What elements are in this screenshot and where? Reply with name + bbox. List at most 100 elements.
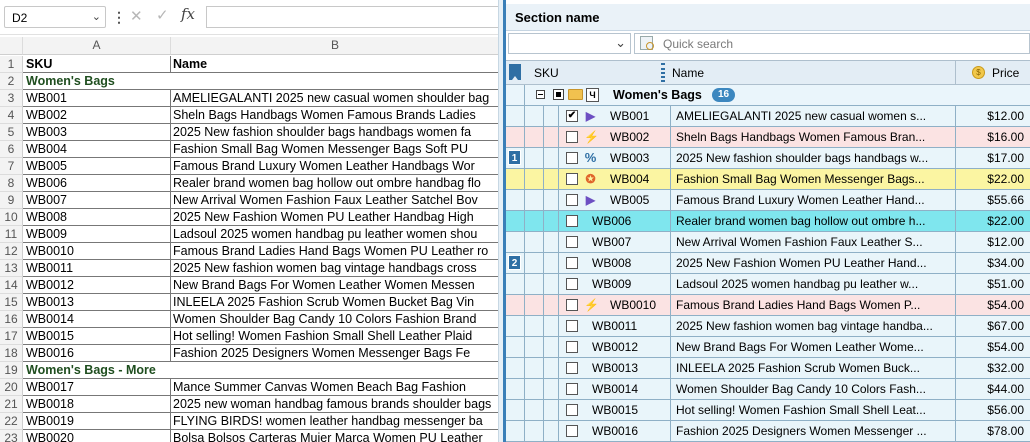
cell-name[interactable]: INLEELA 2025 Fashion Scrub Women Bucket … bbox=[171, 294, 500, 311]
row-checkbox[interactable] bbox=[566, 173, 578, 185]
cell-name[interactable]: Mance Summer Canvas Women Beach Bag Fash… bbox=[171, 379, 500, 396]
cell-sku[interactable]: Women's Bags bbox=[23, 73, 500, 90]
cell-name[interactable]: Ladsoul 2025 women handbag pu leather wo… bbox=[171, 226, 500, 243]
grid-row[interactable]: ✔ ▶ WB001 AMELIEGALANTI 2025 new casual wom… bbox=[506, 106, 1030, 127]
cell-name[interactable]: 2025 New Fashion Women PU Leather Handba… bbox=[171, 209, 500, 226]
cell-name[interactable]: Name bbox=[171, 56, 500, 73]
row-number[interactable]: 12 bbox=[0, 243, 23, 260]
row-checkbox[interactable] bbox=[566, 425, 578, 437]
formula-input[interactable] bbox=[206, 6, 500, 28]
group-checkbox[interactable] bbox=[553, 89, 564, 100]
cell-name[interactable]: Sheln Bags Handbags Women Famous Brands … bbox=[171, 107, 500, 124]
row-number[interactable]: 5 bbox=[0, 124, 23, 141]
quick-search-input[interactable]: Quick search bbox=[634, 33, 1030, 54]
cell-sku[interactable]: WB007 bbox=[23, 192, 171, 209]
row-number[interactable]: 2 bbox=[0, 73, 23, 90]
cell-sku[interactable]: WB0010 bbox=[23, 243, 171, 260]
grid-row[interactable]: WB0011 2025 New fashion women bag vintage… bbox=[506, 316, 1030, 337]
row-checkbox[interactable] bbox=[566, 257, 578, 269]
name-box[interactable]: D2 ⌄ bbox=[4, 6, 106, 28]
row-number[interactable]: 20 bbox=[0, 379, 23, 396]
insert-function-icon[interactable]: fx bbox=[181, 5, 195, 23]
filter-dropdown[interactable]: ⌄ bbox=[508, 33, 631, 54]
row-number[interactable]: 19 bbox=[0, 362, 23, 379]
row-number[interactable]: 6 bbox=[0, 141, 23, 158]
cell-name[interactable]: New Brand Bags For Women Leather Women M… bbox=[171, 277, 500, 294]
row-number[interactable]: 10 bbox=[0, 209, 23, 226]
row-checkbox[interactable] bbox=[566, 299, 578, 311]
row-checkbox[interactable] bbox=[566, 131, 578, 143]
cell-sku[interactable]: Women's Bags - More bbox=[23, 362, 500, 379]
chevron-down-icon[interactable]: ⌄ bbox=[615, 35, 626, 51]
cell-sku[interactable]: WB0013 bbox=[23, 294, 171, 311]
cell-name[interactable]: FLYING BIRDS! women leather handbag mess… bbox=[171, 413, 500, 430]
select-all-corner[interactable] bbox=[0, 37, 23, 55]
cell-name[interactable]: Realer brand women bag hollow out ombre … bbox=[171, 175, 500, 192]
cell-sku[interactable]: WB0020 bbox=[23, 430, 171, 442]
row-number[interactable]: 23 bbox=[0, 430, 23, 442]
cell-sku[interactable]: WB003 bbox=[23, 124, 171, 141]
grid-row[interactable]: WB0015 Hot selling! Women Fashion Small S… bbox=[506, 400, 1030, 421]
row-checkbox[interactable] bbox=[566, 194, 578, 206]
row-number[interactable]: 15 bbox=[0, 294, 23, 311]
confirm-edit-icon[interactable]: ✓ bbox=[156, 6, 169, 24]
cancel-edit-icon[interactable]: ✕ bbox=[130, 7, 143, 25]
cell-sku[interactable]: WB0014 bbox=[23, 311, 171, 328]
cell-name[interactable]: AMELIEGALANTI 2025 new casual women shou… bbox=[171, 90, 500, 107]
cell-sku[interactable]: WB0011 bbox=[23, 260, 171, 277]
row-number[interactable]: 8 bbox=[0, 175, 23, 192]
cell-sku[interactable]: WB0012 bbox=[23, 277, 171, 294]
cell-name[interactable]: Hot selling! Women Fashion Small Shell L… bbox=[171, 328, 500, 345]
cell-name[interactable]: Famous Brand Luxury Women Leather Handba… bbox=[171, 158, 500, 175]
row-number[interactable]: 11 bbox=[0, 226, 23, 243]
cell-sku[interactable]: WB001 bbox=[23, 90, 171, 107]
group-row[interactable]: Ч Women's Bags 16 bbox=[506, 85, 1030, 106]
row-checkbox[interactable] bbox=[566, 320, 578, 332]
grid-row[interactable]: WB007 New Arrival Women Fashion Faux Leat… bbox=[506, 232, 1030, 253]
cell-name[interactable]: Fashion Small Bag Women Messenger Bags S… bbox=[171, 141, 500, 158]
chevron-down-icon[interactable]: ⌄ bbox=[92, 10, 101, 23]
collapse-icon[interactable] bbox=[536, 90, 545, 99]
row-number[interactable]: 4 bbox=[0, 107, 23, 124]
row-checkbox[interactable] bbox=[566, 236, 578, 248]
grid-row[interactable]: 1% WB003 2025 New fashion shoulder bags ha… bbox=[506, 148, 1030, 169]
cell-sku[interactable]: WB0018 bbox=[23, 396, 171, 413]
cell-name[interactable]: Fashion 2025 Designers Women Messenger B… bbox=[171, 345, 500, 362]
row-checkbox[interactable] bbox=[566, 383, 578, 395]
column-header-sku[interactable]: SKU bbox=[534, 66, 559, 80]
row-checkbox[interactable]: ✔ bbox=[566, 110, 578, 122]
column-header-a[interactable]: A bbox=[23, 37, 171, 55]
cell-sku[interactable]: WB0019 bbox=[23, 413, 171, 430]
cell-sku[interactable]: WB0015 bbox=[23, 328, 171, 345]
row-checkbox[interactable] bbox=[566, 404, 578, 416]
row-checkbox[interactable] bbox=[566, 341, 578, 353]
row-number[interactable]: 22 bbox=[0, 413, 23, 430]
row-number[interactable]: 9 bbox=[0, 192, 23, 209]
row-number[interactable]: 14 bbox=[0, 277, 23, 294]
cell-sku[interactable]: WB005 bbox=[23, 158, 171, 175]
cell-name[interactable]: 2025 New fashion shoulder bags handbags … bbox=[171, 124, 500, 141]
row-number[interactable]: 21 bbox=[0, 396, 23, 413]
grid-row[interactable]: WB0012 New Brand Bags For Women Leather W… bbox=[506, 337, 1030, 358]
row-number[interactable]: 3 bbox=[0, 90, 23, 107]
column-header-name[interactable]: Name bbox=[672, 66, 704, 80]
grid-row[interactable]: WB009 Ladsoul 2025 women handbag pu leath… bbox=[506, 274, 1030, 295]
grid-row[interactable]: WB0013 INLEELA 2025 Fashion Scrub Women B… bbox=[506, 358, 1030, 379]
row-checkbox[interactable] bbox=[566, 278, 578, 290]
column-resize-handle[interactable] bbox=[661, 63, 665, 82]
cell-sku[interactable]: WB006 bbox=[23, 175, 171, 192]
cell-name[interactable]: Women Shoulder Bag Candy 10 Colors Fashi… bbox=[171, 311, 500, 328]
row-number[interactable]: 18 bbox=[0, 345, 23, 362]
row-marker[interactable]: 1 bbox=[508, 150, 521, 165]
row-checkbox[interactable] bbox=[566, 362, 578, 374]
cell-name[interactable]: New Arrival Women Fashion Faux Leather S… bbox=[171, 192, 500, 209]
cell-name[interactable]: 2025 New fashion women bag vintage handb… bbox=[171, 260, 500, 277]
grid-row[interactable]: WB0016 Fashion 2025 Designers Women Messe… bbox=[506, 421, 1030, 442]
row-marker[interactable]: 2 bbox=[508, 255, 521, 270]
row-number[interactable]: 17 bbox=[0, 328, 23, 345]
row-checkbox[interactable] bbox=[566, 215, 578, 227]
grid-row[interactable]: ▶ WB005 Famous Brand Luxury Women Leather … bbox=[506, 190, 1030, 211]
row-number[interactable]: 13 bbox=[0, 260, 23, 277]
cell-name[interactable]: 2025 new woman handbag famous brands sho… bbox=[171, 396, 500, 413]
cell-name[interactable]: Famous Brand Ladies Hand Bags Women PU L… bbox=[171, 243, 500, 260]
